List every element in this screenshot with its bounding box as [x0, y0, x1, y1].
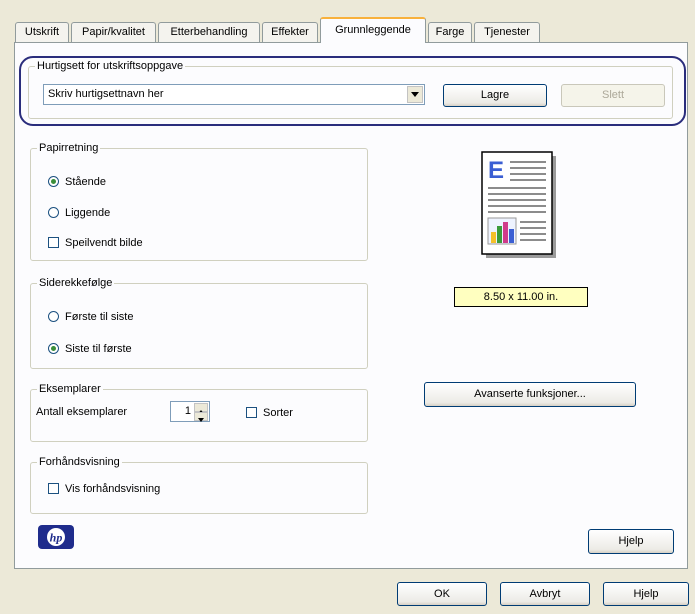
quickset-name-value: Skriv hurtigsettnavn her	[48, 88, 164, 100]
page-preview-image: E	[480, 150, 560, 262]
spin-up-icon[interactable]	[194, 403, 208, 414]
tab-farge[interactable]: Farge	[428, 22, 472, 42]
svg-text:E: E	[488, 157, 504, 184]
radio-selected-icon	[48, 343, 59, 354]
copies-count-spinner[interactable]: 1	[170, 401, 210, 422]
panel-help-button[interactable]: Hjelp	[588, 529, 674, 554]
quickset-name-combobox[interactable]: Skriv hurtigsettnavn her	[43, 84, 425, 105]
collate-checkbox[interactable]: Sorter	[246, 406, 293, 420]
save-quickset-button[interactable]: Lagre	[443, 84, 547, 107]
last-to-first-radio[interactable]: Siste til første	[48, 342, 132, 356]
mirror-image-label: Speilvendt bilde	[65, 237, 143, 249]
copies-title: Eksemplarer	[37, 382, 103, 396]
checkbox-icon	[246, 407, 257, 418]
first-to-last-label: Første til siste	[65, 311, 134, 323]
first-to-last-radio[interactable]: Første til siste	[48, 310, 133, 324]
tab-grunnleggende[interactable]: Grunnleggende	[320, 17, 426, 43]
mirror-image-checkbox[interactable]: Speilvendt bilde	[48, 236, 143, 250]
tab-effekter[interactable]: Effekter	[262, 22, 318, 42]
paper-size-label: 8.50 x 11.00 in.	[454, 287, 588, 307]
portrait-label: Stående	[65, 176, 106, 188]
radio-icon	[48, 311, 59, 322]
orientation-title: Papirretning	[37, 141, 101, 155]
page-order-group: Siderekkefølge	[30, 276, 368, 369]
ok-button[interactable]: OK	[397, 582, 487, 606]
checkbox-icon	[48, 483, 59, 494]
copies-count-value: 1	[184, 405, 191, 417]
show-preview-label: Vis forhåndsvisning	[65, 483, 161, 495]
portrait-radio[interactable]: Stående	[48, 175, 106, 189]
quickset-title: Hurtigsett for utskriftsoppgave	[35, 59, 186, 73]
tab-etterbehandling[interactable]: Etterbehandling	[158, 22, 260, 42]
svg-text:hp: hp	[50, 531, 63, 545]
delete-quickset-button[interactable]: Slett	[561, 84, 665, 107]
checkbox-icon	[48, 237, 59, 248]
tab-papir-kvalitet[interactable]: Papir/kvalitet	[71, 22, 156, 42]
tab-utskrift[interactable]: Utskrift	[15, 22, 69, 42]
landscape-label: Liggende	[65, 207, 111, 219]
radio-selected-icon	[48, 176, 59, 187]
dropdown-arrow-icon[interactable]	[407, 86, 423, 103]
copies-count-label: Antall eksemplarer	[36, 406, 128, 418]
page-order-title: Siderekkefølge	[37, 276, 115, 290]
hp-logo: hp	[38, 525, 74, 549]
landscape-radio[interactable]: Liggende	[48, 206, 110, 220]
show-preview-checkbox[interactable]: Vis forhåndsvisning	[48, 482, 160, 496]
last-to-first-label: Siste til første	[65, 343, 132, 355]
tab-tjenester[interactable]: Tjenester	[474, 22, 540, 42]
cancel-button[interactable]: Avbryt	[500, 582, 590, 606]
footer-help-button[interactable]: Hjelp	[603, 582, 689, 606]
advanced-features-button[interactable]: Avanserte funksjoner...	[424, 382, 636, 407]
spin-down-icon[interactable]	[194, 412, 208, 422]
radio-icon	[48, 207, 59, 218]
collate-label: Sorter	[263, 407, 293, 419]
preview-title: Forhåndsvisning	[37, 455, 122, 469]
